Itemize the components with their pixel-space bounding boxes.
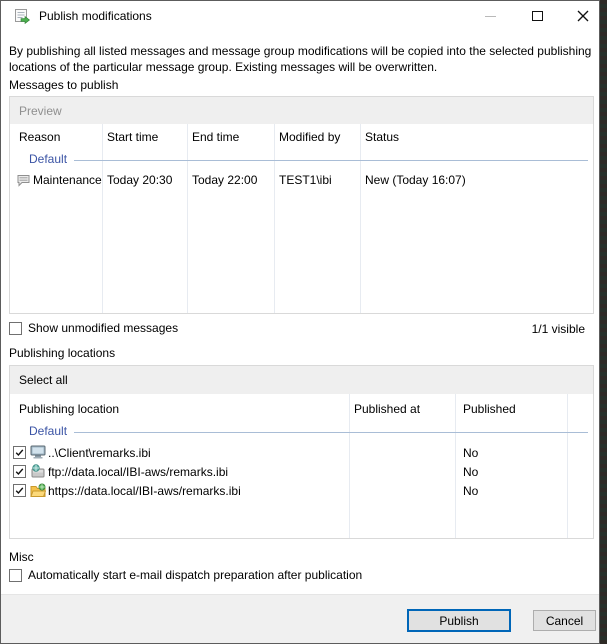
publish-modifications-dialog: Publish modifications By publishing all …	[0, 0, 600, 644]
check-icon	[14, 447, 25, 458]
group-row-default[interactable]: Default	[10, 424, 593, 441]
minimize-button[interactable]	[467, 1, 513, 31]
cell-end-time: Today 22:00	[192, 173, 257, 187]
maximize-icon	[532, 11, 543, 21]
ftp-server-icon	[30, 464, 46, 478]
cell-published: No	[463, 484, 478, 498]
group-rule	[74, 160, 588, 161]
column-separator	[349, 394, 350, 538]
column-header-start-time[interactable]: Start time	[107, 130, 158, 144]
location-checkbox[interactable]	[13, 465, 26, 478]
column-separator	[455, 394, 456, 538]
checkbox-box[interactable]	[9, 569, 22, 582]
screenshot: Publish modifications By publishing all …	[0, 0, 607, 644]
visible-count: 1/1 visible	[532, 322, 585, 336]
cell-location: https://data.local/IBI-aws/remarks.ibi	[48, 484, 241, 498]
group-label: Default	[29, 152, 67, 166]
column-header-reason[interactable]: Reason	[19, 130, 60, 144]
publish-button[interactable]: Publish	[407, 609, 511, 632]
dialog-description: By publishing all listed messages and me…	[9, 44, 595, 75]
cell-published: No	[463, 465, 478, 479]
column-header-end-time[interactable]: End time	[192, 130, 239, 144]
network-computer-icon	[30, 445, 46, 459]
check-icon	[14, 466, 25, 477]
cell-start-time: Today 20:30	[107, 173, 172, 187]
group-label: Default	[29, 424, 67, 438]
column-header-status[interactable]: Status	[365, 130, 399, 144]
misc-section-label: Misc	[9, 550, 34, 564]
show-unmodified-label: Show unmodified messages	[28, 321, 178, 335]
desktop-background-strip	[600, 0, 607, 644]
publish-document-icon	[14, 8, 31, 25]
select-all-label: Select all	[19, 373, 68, 387]
location-checkbox[interactable]	[13, 484, 26, 497]
locations-table: Select all Publishing location Published…	[9, 365, 594, 539]
checkbox-box[interactable]	[9, 322, 22, 335]
title-bar: Publish modifications	[1, 1, 599, 31]
minimize-icon	[485, 16, 496, 17]
messages-table: Preview Reason Start time End time Modif…	[9, 96, 594, 314]
check-icon	[14, 485, 25, 496]
cancel-button[interactable]: Cancel	[533, 610, 596, 631]
column-separator	[567, 394, 568, 538]
group-rule	[74, 432, 588, 433]
column-header-publishing-location[interactable]: Publishing location	[19, 402, 119, 416]
location-checkbox[interactable]	[13, 446, 26, 459]
auto-dispatch-label: Automatically start e-mail dispatch prep…	[28, 568, 362, 582]
cell-published: No	[463, 446, 478, 460]
select-all-header[interactable]: Select all	[10, 366, 593, 394]
footer-bar: Publish Cancel	[1, 594, 599, 643]
auto-dispatch-checkbox[interactable]: Automatically start e-mail dispatch prep…	[9, 568, 362, 582]
web-folder-icon	[30, 483, 46, 497]
window-title: Publish modifications	[39, 9, 152, 23]
maximize-button[interactable]	[514, 1, 560, 31]
cell-location: ftp://data.local/IBI-aws/remarks.ibi	[48, 465, 228, 479]
cell-modified-by: TEST1\ibi	[279, 173, 332, 187]
group-row-default[interactable]: Default	[10, 152, 593, 169]
column-header-modified-by[interactable]: Modified by	[279, 130, 340, 144]
cell-status: New (Today 16:07)	[365, 173, 466, 187]
locations-section-label: Publishing locations	[9, 346, 115, 360]
preview-header: Preview	[10, 97, 593, 124]
preview-label: Preview	[19, 104, 62, 118]
messages-section-label: Messages to publish	[9, 78, 118, 92]
cell-location: ..\Client\remarks.ibi	[48, 446, 151, 460]
close-icon	[577, 10, 589, 22]
message-bubble-icon	[16, 174, 31, 187]
cell-reason: Maintenance	[33, 173, 102, 187]
show-unmodified-checkbox[interactable]: Show unmodified messages	[9, 321, 178, 335]
column-header-published-at[interactable]: Published at	[354, 402, 420, 416]
column-header-published[interactable]: Published	[463, 402, 516, 416]
